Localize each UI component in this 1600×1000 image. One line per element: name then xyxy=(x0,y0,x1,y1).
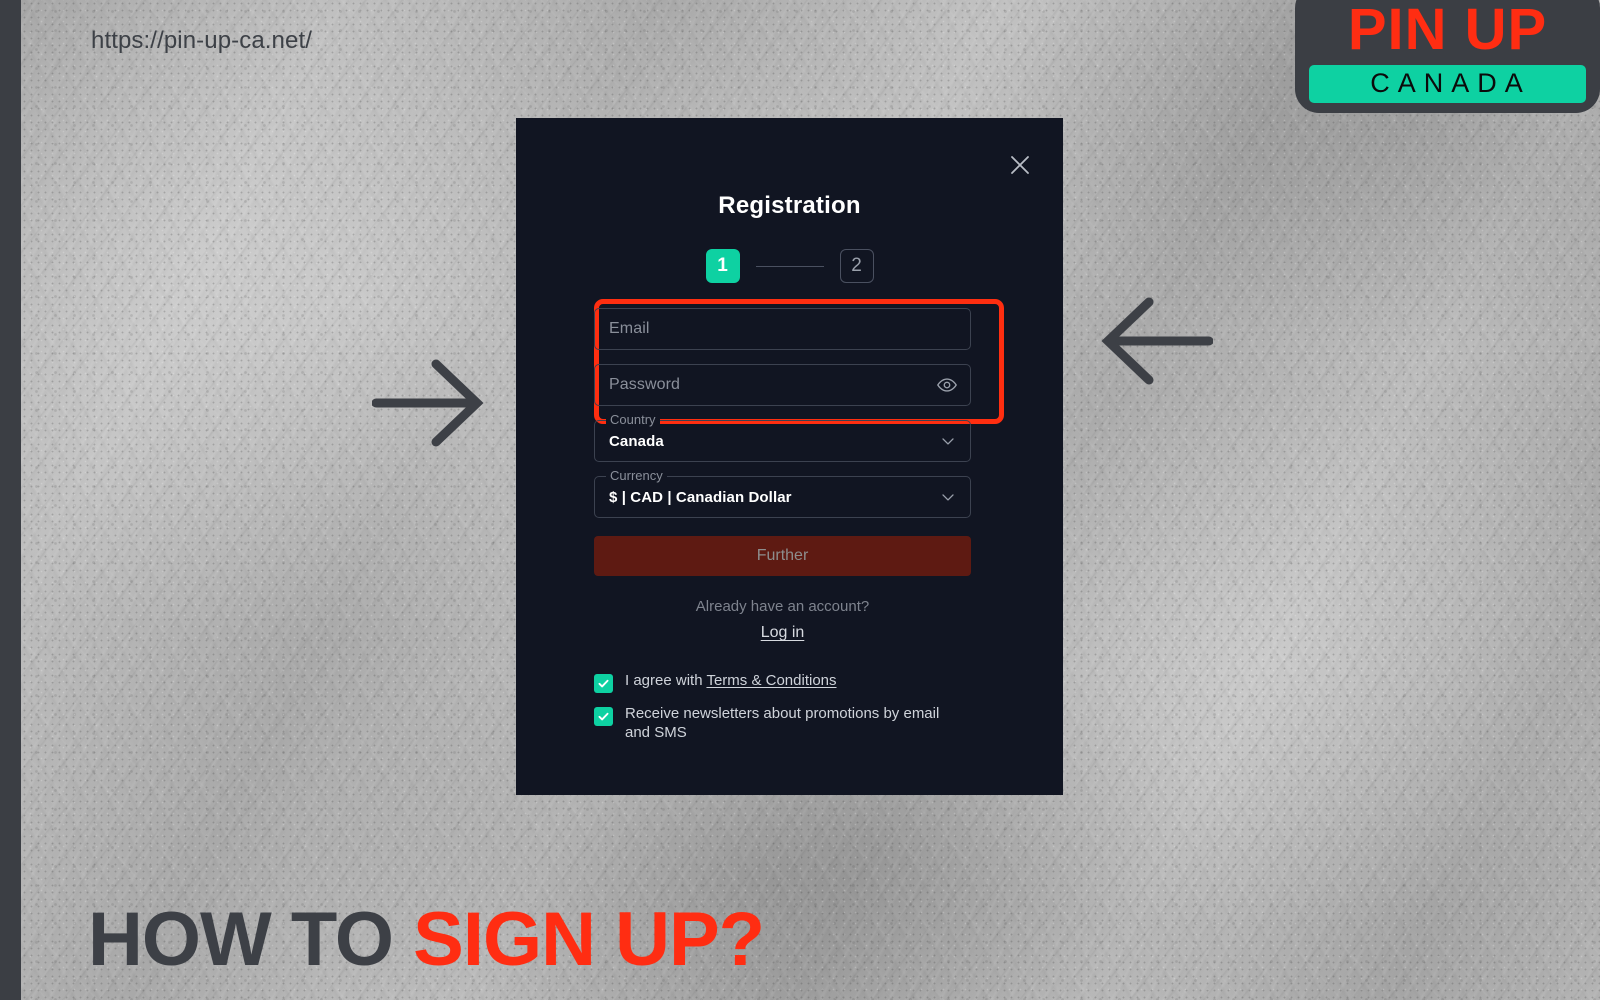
email-placeholder: Email xyxy=(609,320,650,337)
url-caption: https://pin-up-ca.net/ xyxy=(91,27,312,54)
arrow-right-icon xyxy=(372,358,487,448)
step-1[interactable]: 1 xyxy=(705,249,740,283)
heading-how-to: HOW TO xyxy=(88,897,414,982)
terms-and-conditions-link[interactable]: Terms & Conditions xyxy=(706,672,836,689)
terms-consent-row: I agree with Terms & Conditions xyxy=(594,672,971,693)
already-have-account-text: Already have an account? xyxy=(695,598,870,615)
further-button[interactable]: Further xyxy=(594,536,971,576)
newsletter-consent-row: Receive newsletters about promotions by … xyxy=(594,705,971,743)
currency-legend: Currency xyxy=(606,468,667,483)
page-title: Registration xyxy=(718,192,861,219)
newsletter-consent-label: Receive newsletters about promotions by … xyxy=(625,705,940,741)
eye-icon[interactable] xyxy=(936,374,958,396)
country-select[interactable]: Country Canada xyxy=(594,412,971,462)
newsletter-checkbox[interactable] xyxy=(594,707,613,726)
close-icon[interactable] xyxy=(1007,152,1033,178)
currency-value: $ | CAD | Canadian Dollar xyxy=(609,488,792,506)
arrow-left-icon xyxy=(1098,296,1213,386)
left-edge-bar xyxy=(0,0,21,1000)
bottom-heading: HOW TO SIGN UP? xyxy=(88,902,765,978)
consent-checkbox-group: I agree with Terms & Conditions Receive … xyxy=(594,672,971,743)
registration-modal: Registration 1 2 Email Password Country … xyxy=(516,118,1063,795)
terms-consent-label: I agree with Terms & Conditions xyxy=(625,672,837,691)
logo-pin-up-text: PIN UP xyxy=(1347,0,1548,62)
heading-sign-up: SIGN UP? xyxy=(413,897,765,982)
password-field[interactable]: Password xyxy=(594,364,971,406)
terms-consent-text: I agree with xyxy=(625,672,707,689)
country-legend: Country xyxy=(606,412,660,427)
chevron-down-icon[interactable] xyxy=(938,487,958,507)
chevron-down-icon[interactable] xyxy=(938,431,958,451)
password-placeholder: Password xyxy=(609,376,681,393)
terms-checkbox[interactable] xyxy=(594,674,613,693)
registration-form: Email Password Country Canada Currency $… xyxy=(594,308,971,755)
step-indicator: 1 2 xyxy=(516,249,1063,283)
pin-up-canada-logo: PIN UP CANADA xyxy=(1295,0,1600,113)
step-2[interactable]: 2 xyxy=(839,249,874,283)
country-value: Canada xyxy=(609,432,664,450)
log-in-link[interactable]: Log in xyxy=(594,624,971,642)
email-field[interactable]: Email xyxy=(594,308,971,350)
page-root: https://pin-up-ca.net/ PIN UP CANADA Reg… xyxy=(0,0,1600,1000)
logo-canada-text: CANADA xyxy=(1309,64,1586,103)
step-connector-line xyxy=(755,265,824,267)
currency-select[interactable]: Currency $ | CAD | Canadian Dollar xyxy=(594,468,971,518)
